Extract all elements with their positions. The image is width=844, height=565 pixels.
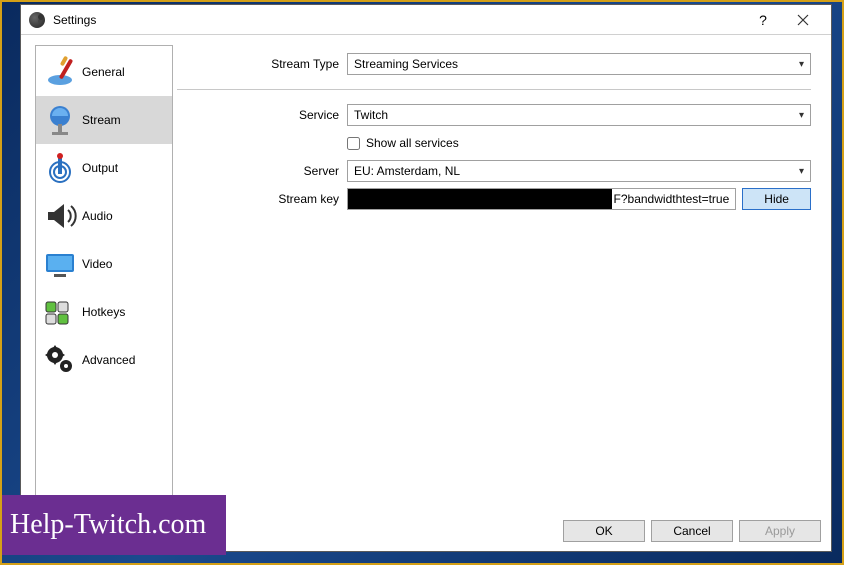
close-button[interactable]	[783, 6, 823, 34]
stream-key-label: Stream key	[177, 192, 347, 206]
general-icon	[40, 52, 80, 92]
service-label: Service	[177, 108, 347, 122]
sidebar: General Stream Output Audio	[35, 45, 173, 511]
content-pane: Stream Type Streaming Services Service T…	[173, 45, 821, 511]
audio-icon	[40, 196, 80, 236]
sidebar-item-video[interactable]: Video	[36, 240, 172, 288]
apply-button[interactable]: Apply	[739, 520, 821, 542]
hotkeys-icon	[40, 292, 80, 332]
stream-type-select[interactable]: Streaming Services	[347, 53, 811, 75]
service-select[interactable]: Twitch	[347, 104, 811, 126]
window-body: General Stream Output Audio	[21, 35, 831, 517]
hide-button[interactable]: Hide	[742, 188, 811, 210]
window-title: Settings	[53, 13, 743, 27]
sidebar-item-label: Advanced	[82, 353, 135, 367]
row-stream-type: Stream Type Streaming Services	[177, 53, 811, 75]
show-all-label: Show all services	[366, 136, 459, 150]
row-service: Service Twitch	[177, 104, 811, 126]
sidebar-item-advanced[interactable]: Advanced	[36, 336, 172, 384]
stream-type-label: Stream Type	[177, 57, 347, 71]
server-select[interactable]: EU: Amsterdam, NL	[347, 160, 811, 182]
row-show-all: Show all services	[177, 132, 811, 154]
stream-key-field[interactable]: F?bandwidthtest=true	[347, 188, 736, 210]
sidebar-item-label: Video	[82, 257, 112, 271]
sidebar-item-label: Audio	[82, 209, 113, 223]
obs-icon	[29, 12, 45, 28]
sidebar-item-hotkeys[interactable]: Hotkeys	[36, 288, 172, 336]
sidebar-item-label: Output	[82, 161, 118, 175]
cancel-button[interactable]: Cancel	[651, 520, 733, 542]
sidebar-item-label: General	[82, 65, 125, 79]
server-value: EU: Amsterdam, NL	[354, 164, 460, 178]
advanced-icon	[40, 340, 80, 380]
sidebar-item-general[interactable]: General	[36, 48, 172, 96]
stream-key-visible-text: F?bandwidthtest=true	[612, 189, 736, 209]
close-icon	[797, 14, 809, 26]
sidebar-item-label: Hotkeys	[82, 305, 125, 319]
show-all-checkbox[interactable]	[347, 137, 360, 150]
server-label: Server	[177, 164, 347, 178]
stream-icon	[40, 100, 80, 140]
titlebar: Settings ?	[21, 5, 831, 35]
sidebar-item-output[interactable]: Output	[36, 144, 172, 192]
row-server: Server EU: Amsterdam, NL	[177, 160, 811, 182]
service-value: Twitch	[354, 108, 388, 122]
row-stream-key: Stream key F?bandwidthtest=true Hide	[177, 188, 811, 210]
separator	[177, 89, 811, 90]
stream-type-value: Streaming Services	[354, 57, 458, 71]
help-button[interactable]: ?	[743, 6, 783, 34]
output-icon	[40, 148, 80, 188]
sidebar-item-label: Stream	[82, 113, 121, 127]
ok-button[interactable]: OK	[563, 520, 645, 542]
settings-window: Settings ? General Stream	[20, 4, 832, 552]
watermark-overlay: Help-Twitch.com	[0, 495, 226, 555]
sidebar-item-audio[interactable]: Audio	[36, 192, 172, 240]
video-icon	[40, 244, 80, 284]
sidebar-item-stream[interactable]: Stream	[36, 96, 172, 144]
